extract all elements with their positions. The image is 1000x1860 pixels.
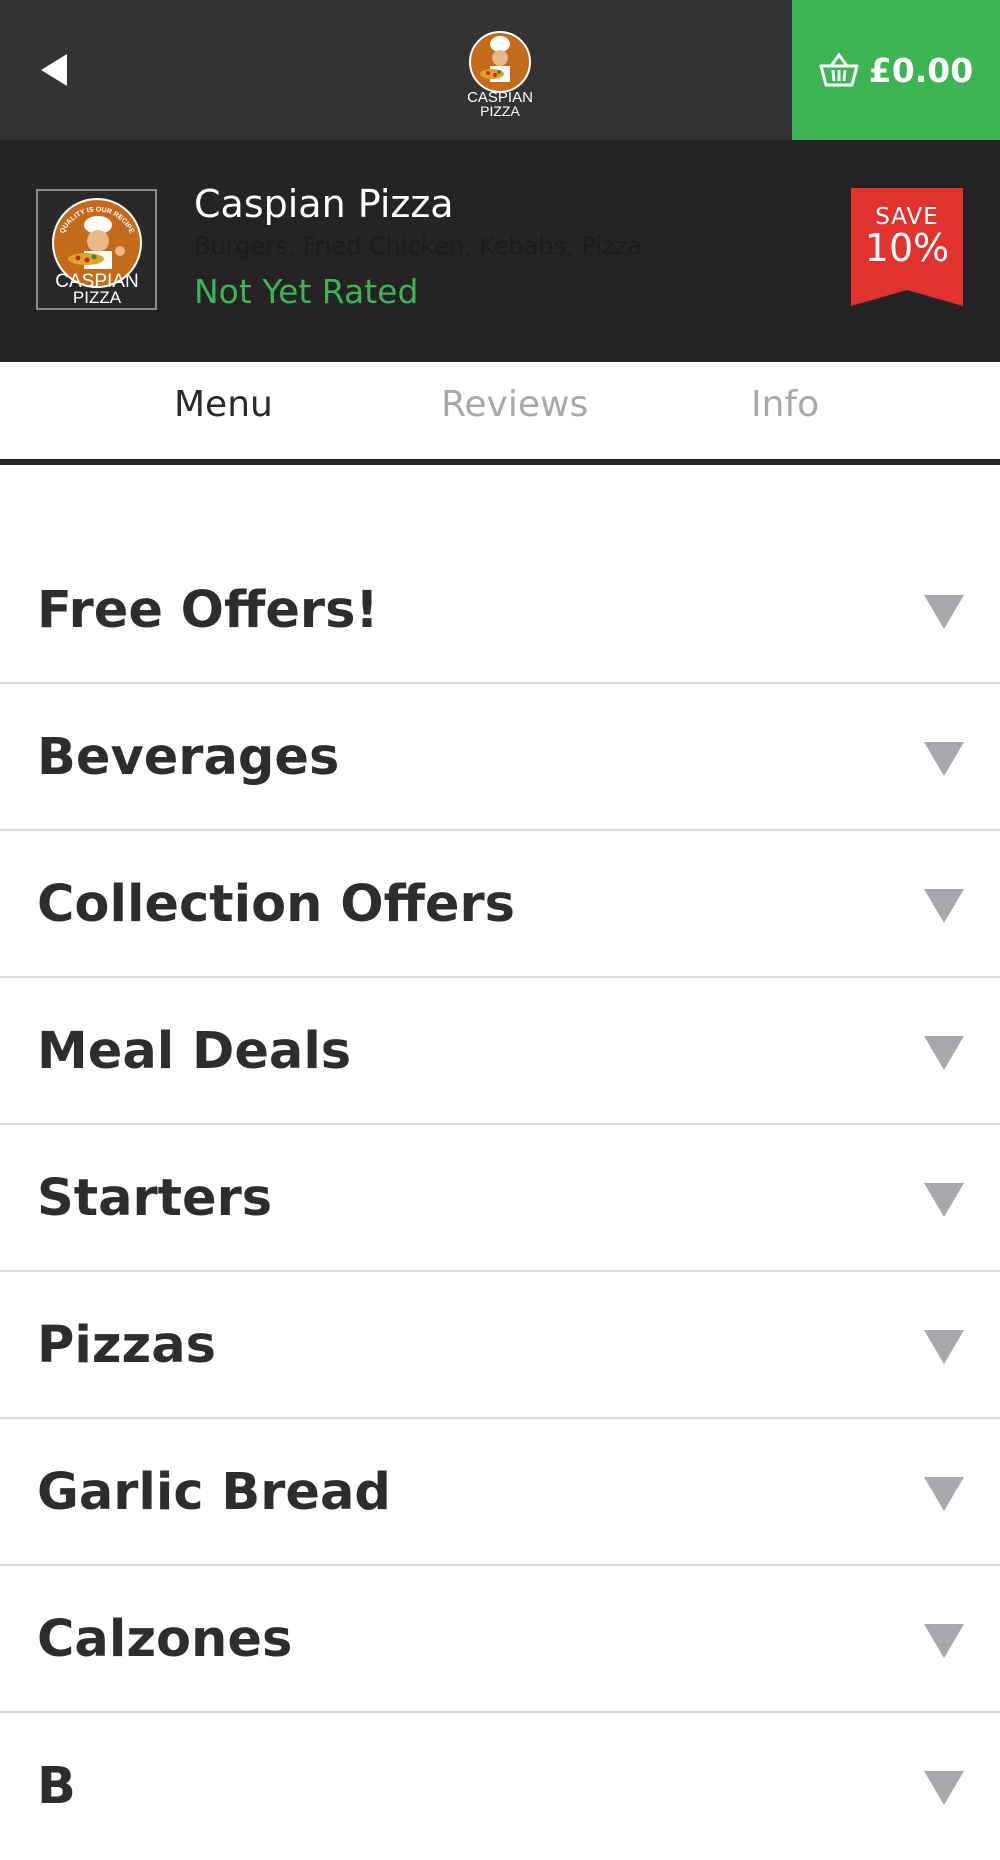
chevron-down-icon: [924, 1183, 964, 1217]
category-row[interactable]: Starters: [0, 1125, 1000, 1272]
category-label: Pizzas: [37, 1316, 216, 1375]
chevron-down-icon: [924, 1330, 964, 1364]
chevron-down-icon: [924, 1036, 964, 1070]
tab-bar: Menu Reviews Info: [0, 362, 1000, 465]
category-row[interactable]: Garlic Bread: [0, 1419, 1000, 1566]
logo-text-bottom: PIZZA: [72, 288, 121, 305]
category-row[interactable]: Meal Deals: [0, 978, 1000, 1125]
category-label: B: [37, 1757, 76, 1816]
basket-total: £0.00: [868, 50, 974, 90]
category-label: Collection Offers: [37, 875, 515, 934]
category-label: Meal Deals: [37, 1022, 352, 1081]
header-logo-text-bottom: PIZZA: [480, 103, 520, 118]
chevron-down-icon: [924, 1771, 964, 1805]
basket-icon: [819, 52, 859, 87]
category-row[interactable]: Pizzas: [0, 1272, 1000, 1419]
chevron-down-icon: [924, 1624, 964, 1658]
header-logo: CASPIAN PIZZA: [466, 28, 534, 119]
save-badge: SAVE 10%: [851, 188, 963, 308]
category-row[interactable]: Collection Offers: [0, 831, 1000, 978]
chevron-down-icon: [924, 595, 964, 629]
category-label: Free Offers!: [37, 581, 379, 640]
back-button[interactable]: [24, 40, 84, 100]
category-row[interactable]: B: [0, 1713, 1000, 1860]
chevron-down-icon: [924, 1477, 964, 1511]
tab-reviews[interactable]: Reviews: [441, 384, 588, 425]
restaurant-rating: Not Yet Rated: [194, 272, 419, 311]
category-label: Starters: [37, 1169, 273, 1228]
save-badge-value: 10%: [864, 226, 950, 270]
basket-button[interactable]: £0.00: [792, 0, 1000, 140]
chevron-down-icon: [924, 742, 964, 776]
restaurant-name: Caspian Pizza: [194, 182, 454, 226]
restaurant-cuisine: Burgers, Fried Chicken, Kebabs, Pizza: [194, 232, 642, 260]
top-bar: CASPIAN PIZZA £0.00: [0, 0, 1000, 140]
tab-info[interactable]: Info: [751, 384, 819, 425]
restaurant-logo: QUALITY IS OUR RECIPE CASPIAN PIZZA: [36, 189, 157, 310]
category-row[interactable]: Calzones: [0, 1566, 1000, 1713]
category-row[interactable]: Beverages: [0, 684, 1000, 831]
restaurant-header: QUALITY IS OUR RECIPE CASPIAN PIZZA Casp…: [0, 140, 1000, 362]
category-label: Beverages: [37, 728, 340, 787]
tab-menu[interactable]: Menu: [174, 384, 273, 425]
category-label: Calzones: [37, 1610, 293, 1669]
back-arrow-icon: [41, 54, 67, 86]
category-label: Garlic Bread: [37, 1463, 391, 1522]
chevron-down-icon: [924, 889, 964, 923]
category-row[interactable]: Free Offers!: [0, 537, 1000, 684]
